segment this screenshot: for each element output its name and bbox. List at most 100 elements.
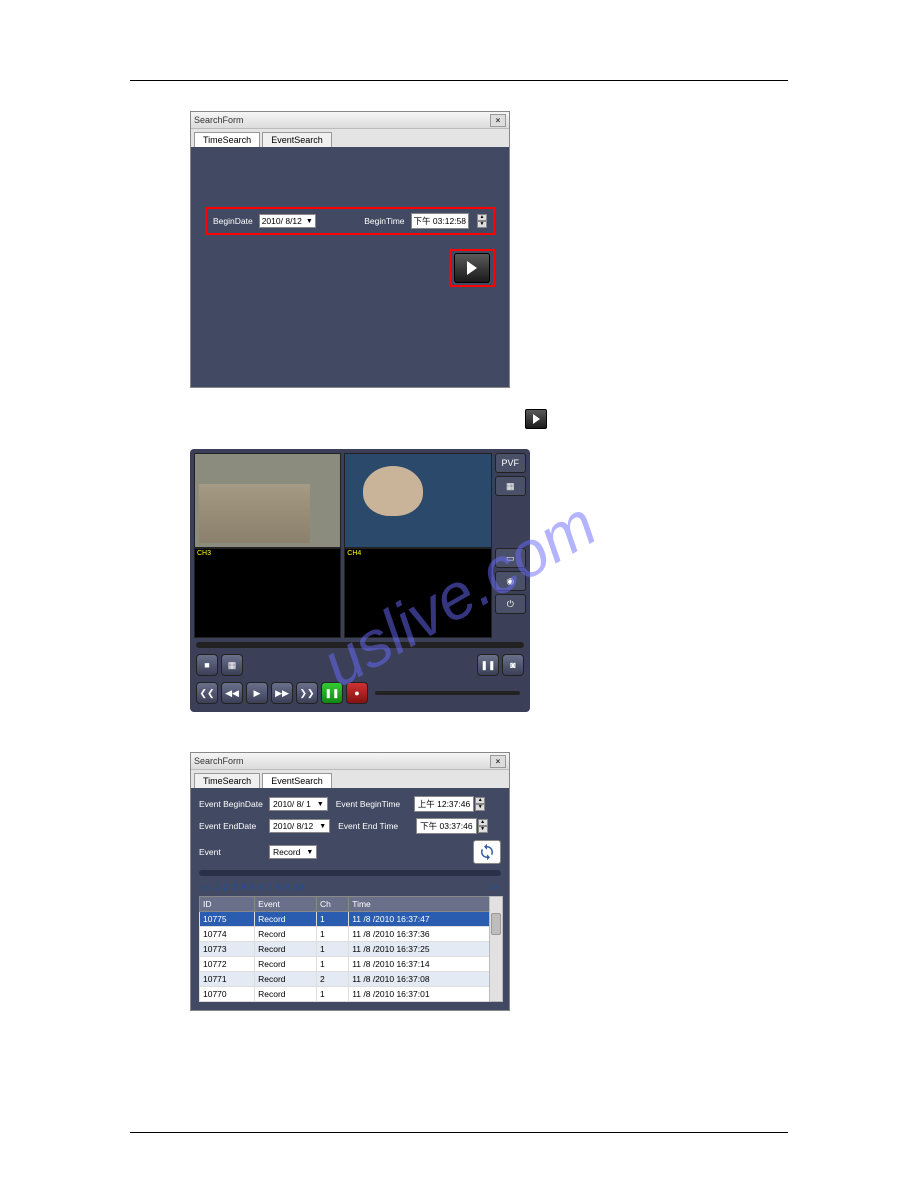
col-event[interactable]: Event bbox=[255, 897, 317, 912]
channel-2[interactable] bbox=[344, 453, 491, 548]
play-highlight-box bbox=[449, 249, 495, 287]
table-row[interactable]: 10775Record111 /8 /2010 16:37:47 bbox=[200, 912, 501, 927]
monitor-icon[interactable]: ▭ bbox=[495, 548, 526, 568]
record-green-button[interactable]: ❚❚ bbox=[321, 682, 343, 704]
play-icon bbox=[533, 414, 540, 424]
power-icon[interactable]: ⏻ bbox=[495, 594, 526, 614]
searchform-titlebar[interactable]: SearchForm × bbox=[191, 112, 509, 129]
top-rule bbox=[130, 80, 788, 81]
fastfwd-button[interactable]: ▶▶ bbox=[271, 682, 293, 704]
table-row[interactable]: 10772Record111 /8 /2010 16:37:14 bbox=[200, 957, 501, 972]
searchform-body: BeginDate 2010/ 8/12▼ BeginTime 下午 03:12… bbox=[191, 147, 509, 387]
pager-first[interactable]: << bbox=[201, 882, 211, 892]
record-red-button[interactable]: ● bbox=[346, 682, 368, 704]
channel-3[interactable]: CH3 bbox=[194, 548, 341, 638]
col-time[interactable]: Time bbox=[349, 897, 501, 912]
table-row[interactable]: 10770Record111 /8 /2010 16:37:01 bbox=[200, 987, 501, 1002]
begindate-label: BeginDate bbox=[213, 216, 253, 226]
pager-last[interactable]: >> bbox=[489, 882, 499, 892]
begindate-input[interactable]: 2010/ 8/12▼ bbox=[259, 214, 316, 228]
snapshot-button[interactable]: ◙ bbox=[502, 654, 524, 676]
search-button[interactable] bbox=[473, 840, 501, 864]
ev-endtime-spinner[interactable]: ▲▼ bbox=[478, 819, 488, 833]
video-row-bottom: CH3 CH4 ▭ ◉ ⏻ bbox=[194, 548, 526, 638]
chevron-down-icon[interactable]: ▼ bbox=[319, 823, 326, 830]
layout-button[interactable]: ▦ bbox=[495, 476, 526, 496]
rewind-button[interactable]: ◀◀ bbox=[221, 682, 243, 704]
playback-controls-row1: ■ ▦ ❚❚ ◙ bbox=[194, 652, 526, 680]
ev-endtime-input[interactable]: 下午 03:37:46 bbox=[416, 818, 476, 834]
chevron-down-icon[interactable]: ▼ bbox=[306, 218, 313, 225]
ev-enddate-label: Event EndDate bbox=[199, 821, 269, 831]
chevron-down-icon[interactable]: ▼ bbox=[306, 849, 313, 856]
pager-3[interactable]: 3 bbox=[232, 882, 237, 892]
stop-button[interactable]: ■ bbox=[196, 654, 218, 676]
pager-8[interactable]: 8 bbox=[276, 882, 281, 892]
ev-enddate-input[interactable]: 2010/ 8/12▼ bbox=[269, 819, 330, 833]
play-button[interactable] bbox=[454, 253, 490, 283]
refresh-icon bbox=[478, 843, 496, 861]
player-window: PVF ▦ CH3 CH4 ▭ ◉ ⏻ ■ ▦ ❚❚ ◙ ❮❮ ◀◀ ▶ ▶▶ bbox=[190, 449, 530, 712]
scrollbar-thumb[interactable] bbox=[491, 913, 501, 935]
close-icon[interactable]: × bbox=[490, 755, 506, 768]
pvf-button[interactable]: PVF bbox=[495, 453, 526, 473]
time-spinner[interactable]: ▲▼ bbox=[477, 214, 487, 228]
pager-2[interactable]: 2 bbox=[224, 882, 229, 892]
eventsearch-title: SearchForm bbox=[194, 756, 244, 766]
ch3-label: CH3 bbox=[197, 550, 211, 557]
eventsearch-titlebar[interactable]: SearchForm × bbox=[191, 753, 509, 770]
begintime-label: BeginTime bbox=[364, 216, 404, 226]
side-controls-2: ▭ ◉ ⏻ bbox=[495, 548, 526, 638]
video-row-top: PVF ▦ bbox=[194, 453, 526, 548]
ev-begintime-label: Event BeginTime bbox=[336, 799, 414, 809]
play-icon bbox=[467, 261, 477, 275]
ev-begintime-spinner[interactable]: ▲▼ bbox=[475, 797, 485, 811]
eventsearch-body: Event BeginDate 2010/ 8/ 1▼ Event BeginT… bbox=[191, 788, 509, 1010]
begintime-input[interactable]: 下午 03:12:58 bbox=[411, 213, 469, 229]
tab-eventsearch[interactable]: EventSearch bbox=[262, 132, 332, 147]
eventsearch-tabstrip: TimeSearch EventSearch bbox=[191, 770, 509, 788]
pager-6[interactable]: 6 bbox=[259, 882, 264, 892]
close-icon[interactable]: × bbox=[490, 114, 506, 127]
bottom-rule bbox=[130, 1132, 788, 1133]
ev-endtime-label: Event End Time bbox=[338, 821, 416, 831]
searchform-title: SearchForm bbox=[194, 115, 244, 125]
channel-4[interactable]: CH4 bbox=[344, 548, 491, 638]
pager-10[interactable]: 10 bbox=[294, 882, 303, 892]
skip-fwd-button[interactable]: ❯❯ bbox=[296, 682, 318, 704]
table-row[interactable]: 10773Record111 /8 /2010 16:37:25 bbox=[200, 942, 501, 957]
tab-timesearch[interactable]: TimeSearch bbox=[194, 773, 260, 788]
grid-button[interactable]: ▦ bbox=[221, 654, 243, 676]
pager-1[interactable]: 1 bbox=[215, 882, 220, 892]
searchform-window: SearchForm × TimeSearch EventSearch Begi… bbox=[190, 111, 510, 388]
tab-eventsearch[interactable]: EventSearch bbox=[262, 773, 332, 788]
pager-4[interactable]: 4 bbox=[241, 882, 246, 892]
channel-1[interactable] bbox=[194, 453, 341, 548]
ev-begintime-input[interactable]: 上午 12:37:46 bbox=[414, 796, 474, 812]
slider-track[interactable] bbox=[375, 691, 520, 695]
col-id[interactable]: ID bbox=[200, 897, 255, 912]
playback-controls-row2: ❮❮ ◀◀ ▶ ▶▶ ❯❯ ❚❚ ● bbox=[194, 680, 526, 708]
ev-begindate-input[interactable]: 2010/ 8/ 1▼ bbox=[269, 797, 328, 811]
pause-button[interactable]: ❚❚ bbox=[477, 654, 499, 676]
table-row[interactable]: 10774Record111 /8 /2010 16:37:36 bbox=[200, 927, 501, 942]
camera-icon[interactable]: ◉ bbox=[495, 571, 526, 591]
event-type-select[interactable]: Record▼ bbox=[269, 845, 317, 859]
pager-9[interactable]: 9 bbox=[285, 882, 290, 892]
timeline-groove[interactable] bbox=[196, 642, 524, 648]
ch4-label: CH4 bbox=[347, 550, 361, 557]
play-control-button[interactable]: ▶ bbox=[246, 682, 268, 704]
datetime-highlight-box: BeginDate 2010/ 8/12▼ BeginTime 下午 03:12… bbox=[205, 207, 495, 235]
tab-timesearch[interactable]: TimeSearch bbox=[194, 132, 260, 147]
ev-begindate-label: Event BeginDate bbox=[199, 799, 269, 809]
inline-play-button[interactable] bbox=[525, 409, 547, 429]
skip-back-button[interactable]: ❮❮ bbox=[196, 682, 218, 704]
pager-5[interactable]: 5 bbox=[250, 882, 255, 892]
col-ch[interactable]: Ch bbox=[317, 897, 349, 912]
table-row[interactable]: 10771Record211 /8 /2010 16:37:08 bbox=[200, 972, 501, 987]
chevron-down-icon[interactable]: ▼ bbox=[317, 801, 324, 808]
scrollbar[interactable] bbox=[489, 896, 503, 1002]
pager-7[interactable]: 7 bbox=[267, 882, 272, 892]
searchform-tabstrip: TimeSearch EventSearch bbox=[191, 129, 509, 147]
eventsearch-window: SearchForm × TimeSearch EventSearch Even… bbox=[190, 752, 510, 1011]
